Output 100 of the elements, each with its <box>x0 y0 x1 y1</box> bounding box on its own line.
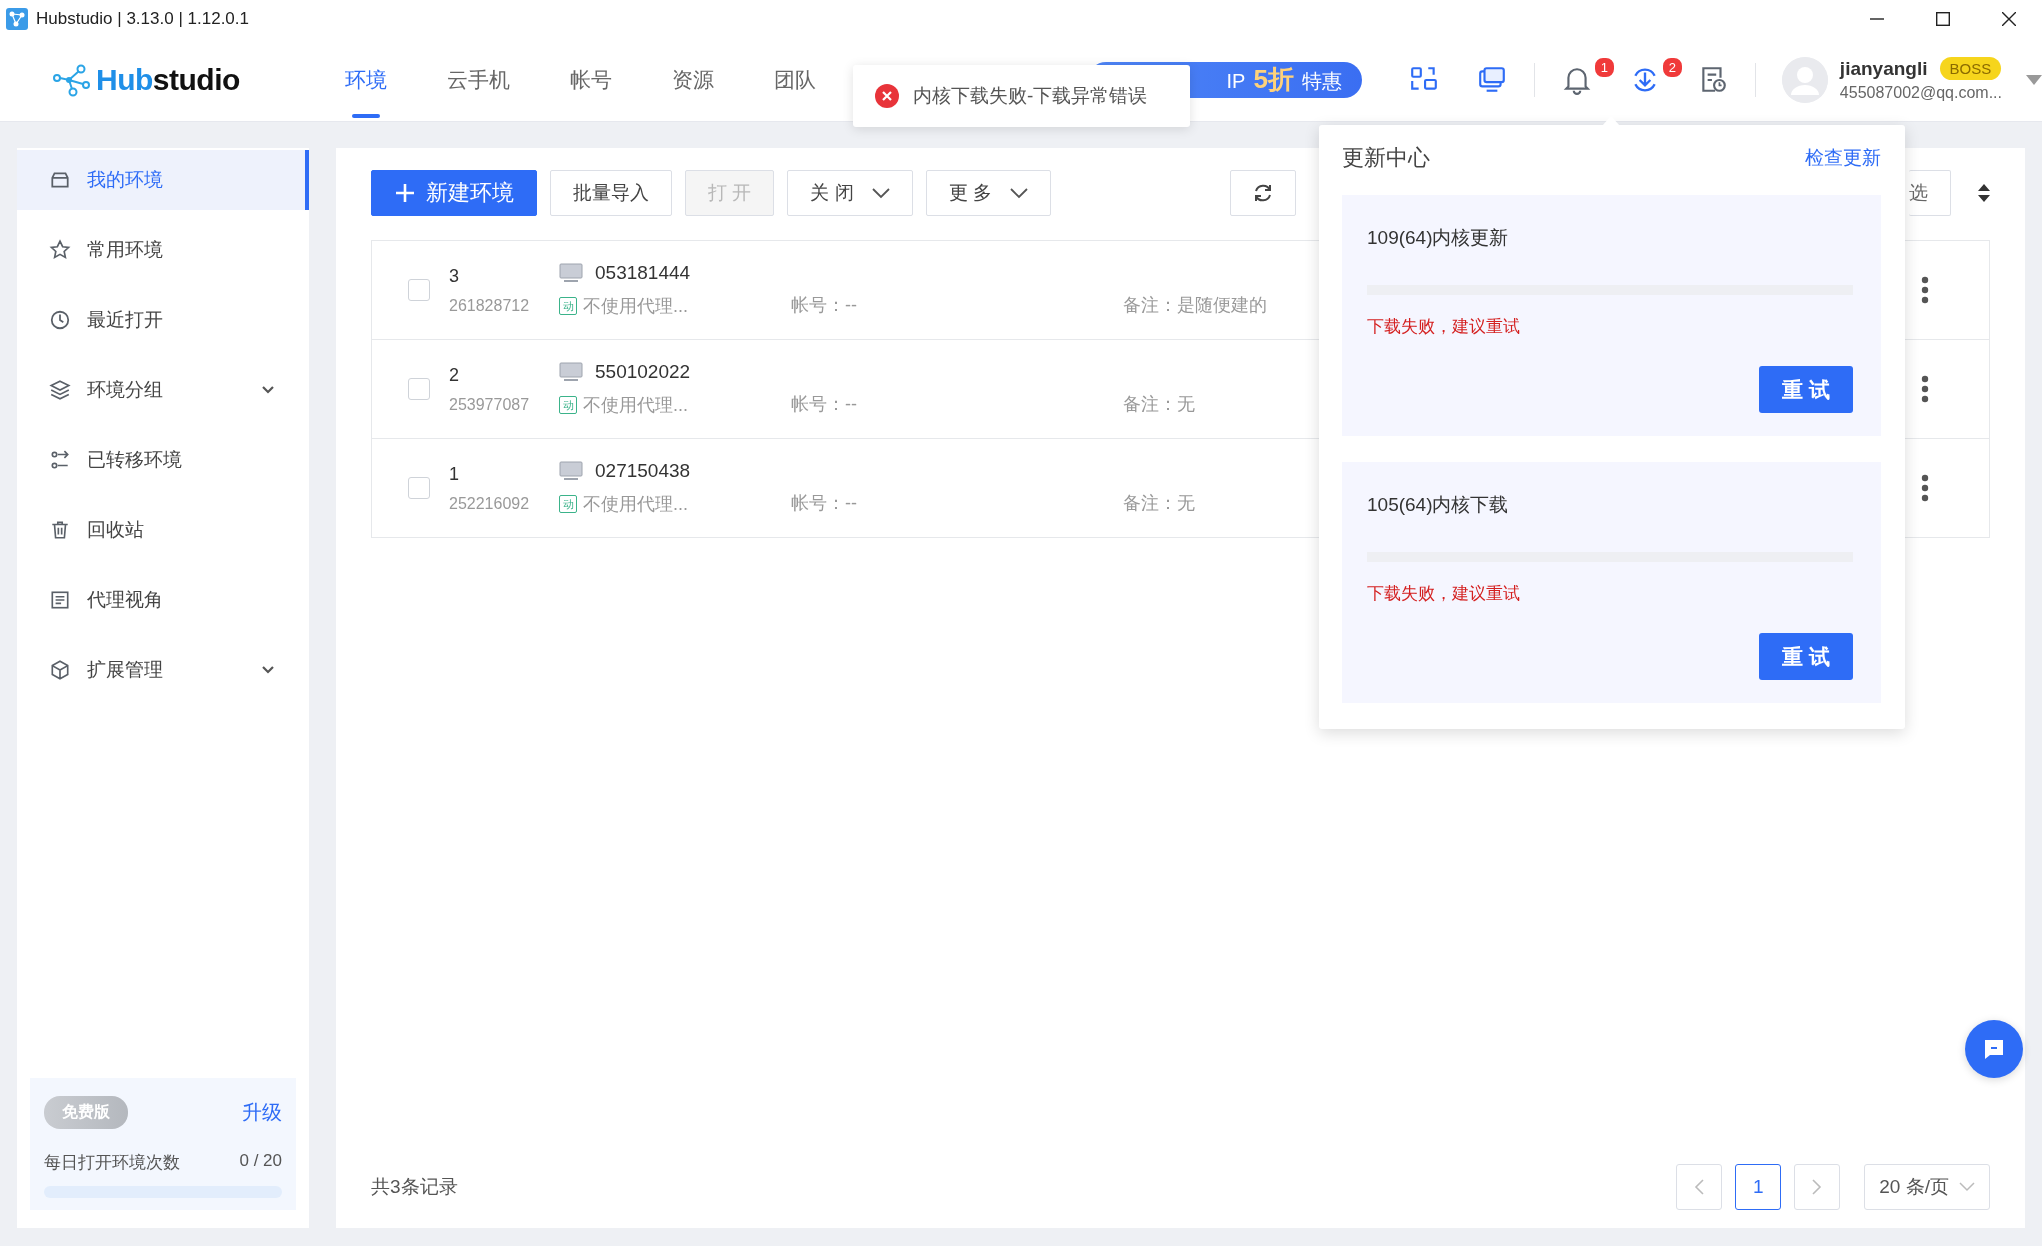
quota-value: 0 / 20 <box>239 1151 282 1172</box>
sidebar-item[interactable]: 最近打开 <box>17 290 309 350</box>
row-number: 2 <box>449 364 460 386</box>
close-icon[interactable] <box>2002 12 2016 26</box>
popover-title: 更新中心 <box>1342 144 1430 172</box>
caret-icon[interactable] <box>2026 74 2042 85</box>
serial-number: 253977087 <box>449 395 531 414</box>
sidebar-item[interactable]: 已转移环境 <box>17 430 309 490</box>
maximize-icon[interactable] <box>1936 12 1950 26</box>
toolbar-button[interactable]: 批量导入 <box>550 170 672 216</box>
proxy-tag: 动 <box>559 396 577 414</box>
chevron-down-icon <box>1009 187 1028 199</box>
plus-icon <box>394 182 416 204</box>
more-icon[interactable] <box>1921 474 1929 502</box>
proxy-text: 不使用代理... <box>583 493 688 516</box>
refresh-button[interactable] <box>1230 170 1296 216</box>
user-name: jianyangli <box>1839 57 1928 80</box>
sort-icon[interactable] <box>1978 184 1990 202</box>
sidebar-label: 最近打开 <box>87 308 164 332</box>
update-title: 105(64)内核下载 <box>1367 493 1510 517</box>
environment-name[interactable]: 550102022 <box>595 361 691 383</box>
sidebar-label: 已转移环境 <box>87 448 183 472</box>
nav-tab[interactable]: 资源 <box>653 37 732 122</box>
chevron-down-icon <box>871 187 890 199</box>
count-badge: 1 <box>1592 55 1616 79</box>
list-icon <box>49 589 71 611</box>
page-button[interactable]: 1 <box>1735 1164 1782 1210</box>
app-icon <box>6 8 28 30</box>
quota-label: 每日打开环境次数 <box>44 1152 180 1174</box>
chevron-left-icon <box>1693 1178 1706 1196</box>
sidebar-item[interactable]: 代理视角 <box>17 570 309 630</box>
sidebar-item[interactable]: 扩展管理 <box>17 640 309 700</box>
remark-text: 备注：是随便建的 <box>1123 295 1267 315</box>
sidebar-label: 代理视角 <box>87 588 164 612</box>
star-icon <box>49 239 71 261</box>
environment-name[interactable]: 053181444 <box>595 262 691 284</box>
clock-icon <box>49 309 71 331</box>
refresh-icon <box>1252 182 1274 204</box>
logo-text: Hubstudio <box>96 62 240 97</box>
toolbar-button[interactable]: 更 多 <box>925 170 1051 216</box>
row-checkbox[interactable] <box>408 279 430 301</box>
filter-button[interactable]: 选 <box>1909 170 1951 216</box>
role-badge: BOSS <box>1939 57 2002 80</box>
nav-tab[interactable]: 帐号 <box>551 37 630 122</box>
sidebar-label: 扩展管理 <box>87 658 164 682</box>
monitor-icon <box>559 263 583 283</box>
account-text: 帐号：-- <box>791 295 857 315</box>
nav-tab[interactable]: 环境 <box>326 37 405 122</box>
sidebar-label: 常用环境 <box>87 238 164 262</box>
more-icon[interactable] <box>1921 276 1929 304</box>
account-text: 帐号：-- <box>791 394 857 414</box>
account-text: 帐号：-- <box>791 493 857 513</box>
update-title: 109(64)内核更新 <box>1367 226 1510 250</box>
proxy-tag: 动 <box>559 297 577 315</box>
page-size-select[interactable]: 20 条/页 <box>1864 1164 1990 1210</box>
count-badge: 2 <box>1660 55 1684 79</box>
trash-icon <box>49 519 71 541</box>
transfer-icon <box>49 449 71 471</box>
environment-name[interactable]: 027150438 <box>595 460 691 482</box>
monitors-icon[interactable] <box>1476 64 1507 95</box>
monitor-icon <box>559 461 583 481</box>
sidebar-item[interactable]: 我的环境 <box>17 150 309 210</box>
sidebar-label: 环境分组 <box>87 378 164 402</box>
retry-button[interactable]: 重 试 <box>1759 366 1853 413</box>
toolbar-button[interactable]: 新建环境 <box>371 170 537 216</box>
proxy-tag: 动 <box>559 495 577 513</box>
row-number: 1 <box>449 463 460 485</box>
remark-text: 备注：无 <box>1123 493 1195 513</box>
serial-number: 261828712 <box>449 296 531 315</box>
cube-icon <box>49 659 71 681</box>
user-email: 455087002@qq.com... <box>1839 84 2002 102</box>
serial-number: 252216092 <box>449 494 531 513</box>
row-number: 3 <box>449 265 460 287</box>
sidebar-item[interactable]: 环境分组 <box>17 360 309 420</box>
update-status: 下载失败，建议重试 <box>1367 583 1521 605</box>
toolbar-button[interactable]: 关 闭 <box>787 170 913 216</box>
record-count: 共3条记录 <box>371 1175 459 1199</box>
layers-icon <box>49 379 71 401</box>
remark-text: 备注：无 <box>1123 394 1195 414</box>
nav-tab[interactable]: 云手机 <box>428 37 528 122</box>
proxy-text: 不使用代理... <box>583 394 688 417</box>
logo-icon <box>52 62 92 97</box>
nav-tab[interactable]: 团队 <box>755 37 834 122</box>
upgrade-link[interactable]: 升级 <box>242 1099 282 1126</box>
sidebar-item[interactable]: 回收站 <box>17 500 309 560</box>
row-checkbox[interactable] <box>408 477 430 499</box>
monitor-icon <box>559 362 583 382</box>
row-checkbox[interactable] <box>408 378 430 400</box>
proxy-text: 不使用代理... <box>583 295 688 318</box>
sidebar-label: 回收站 <box>87 518 145 542</box>
error-icon <box>875 84 899 108</box>
sidebar-item[interactable]: 常用环境 <box>17 220 309 280</box>
chevron-icon[interactable] <box>261 385 275 395</box>
retry-button[interactable]: 重 试 <box>1759 633 1853 680</box>
chevron-icon[interactable] <box>261 665 275 675</box>
chevron-down-icon <box>1959 1182 1975 1192</box>
chat-icon <box>1982 1037 2006 1061</box>
more-icon[interactable] <box>1921 375 1929 403</box>
check-update-link[interactable]: 检查更新 <box>1805 145 1881 171</box>
chevron-right-icon <box>1811 1178 1824 1196</box>
